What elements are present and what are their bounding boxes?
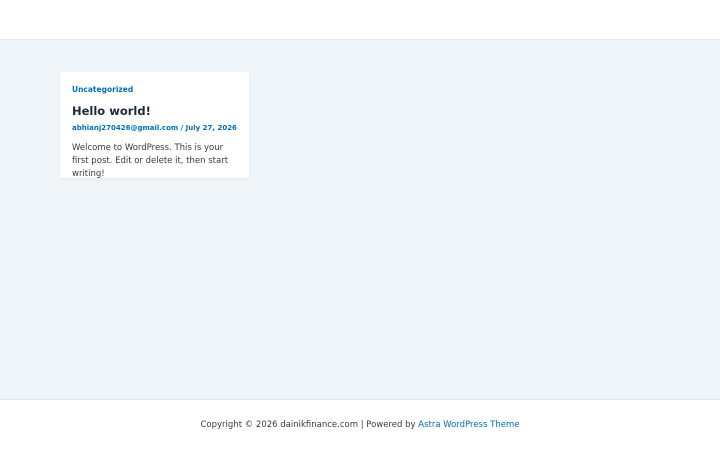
site-header	[0, 0, 720, 40]
post-date-link[interactable]: July 27, 2026	[186, 124, 237, 132]
site-footer: Copyright © 2026 dainikfinance.com | Pow…	[0, 399, 720, 450]
post-title[interactable]: Hello world!	[72, 104, 237, 118]
post-card: Uncategorized Hello world! abhianj270426…	[60, 72, 249, 179]
footer-text: Copyright © 2026 dainikfinance.com | Pow…	[0, 419, 720, 431]
footer-copyright: Copyright © 2026 dainikfinance.com | Pow…	[200, 420, 416, 430]
post-meta: abhianj270426@gmail.com / July 27, 2026	[72, 123, 237, 133]
post-excerpt: Welcome to WordPress. This is your first…	[72, 143, 229, 179]
meta-separator: /	[180, 124, 184, 132]
post-category-link[interactable]: Uncategorized	[72, 85, 237, 95]
footer-theme-link[interactable]: Astra WordPress Theme	[418, 420, 519, 430]
site-main: Uncategorized Hello world! abhianj270426…	[0, 40, 720, 399]
post-author-link[interactable]: abhianj270426@gmail.com	[72, 124, 178, 132]
